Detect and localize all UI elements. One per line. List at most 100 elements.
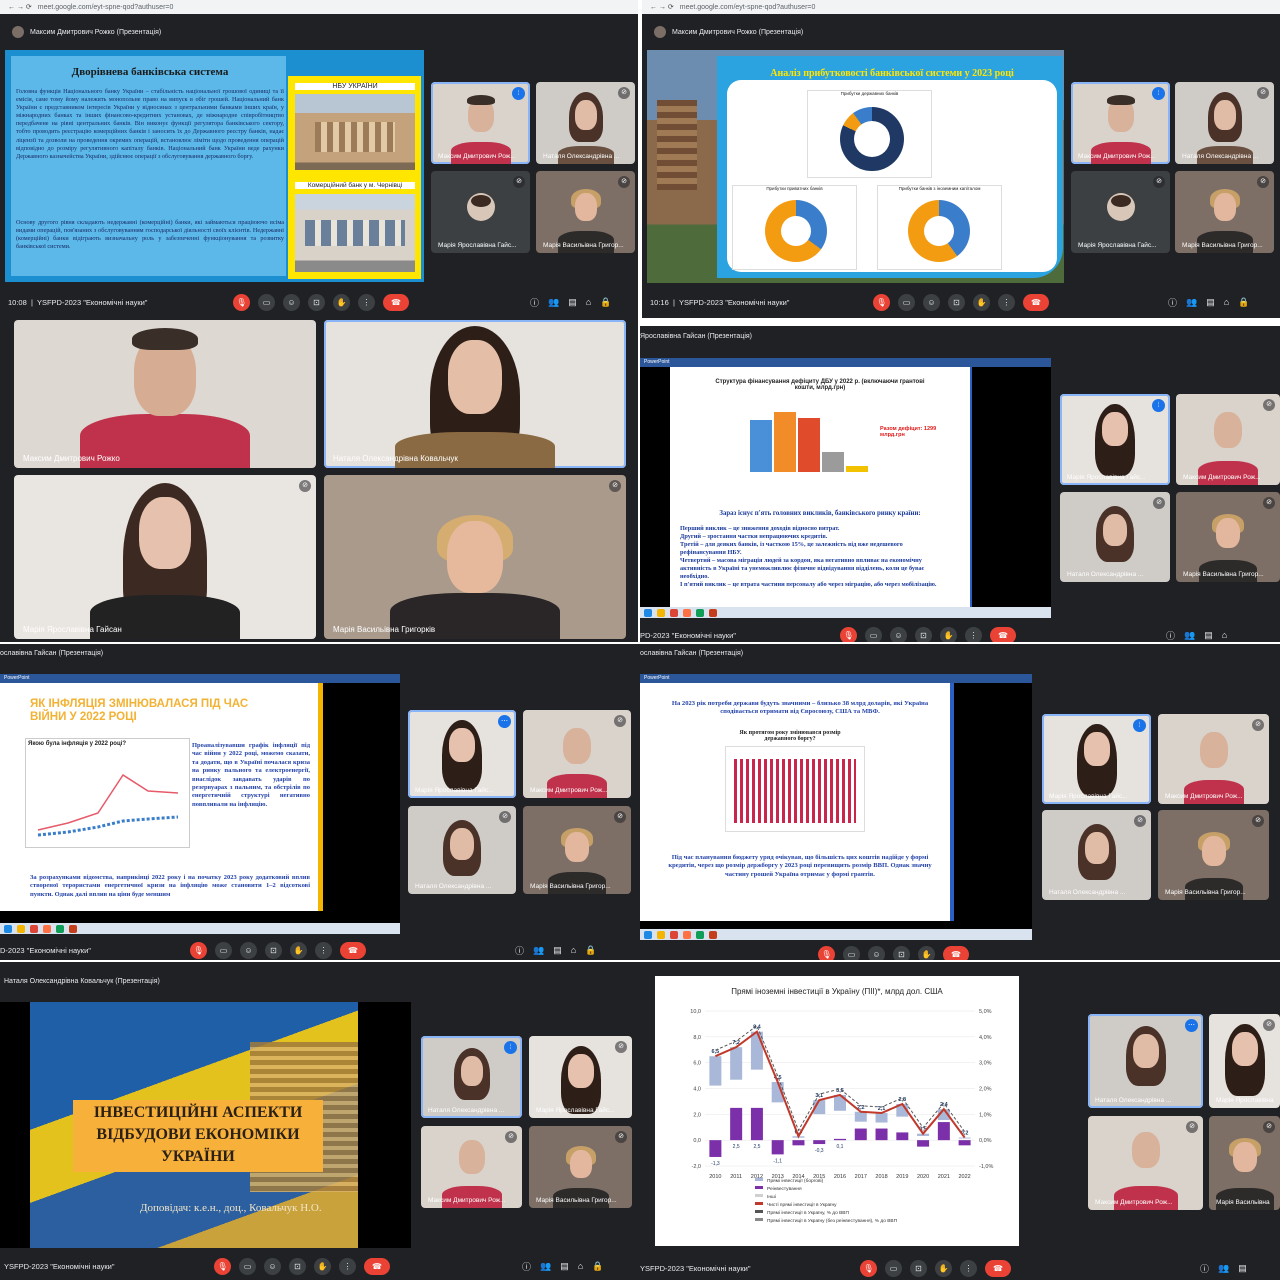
participant-tile[interactable]: ⊘ Максим Дмитрович Рож...: [1088, 1116, 1203, 1210]
leave-call-button[interactable]: ☎: [985, 1259, 1011, 1277]
more-options-button[interactable]: ⋮: [960, 1259, 977, 1277]
camera-toggle-button[interactable]: ▭: [885, 1259, 902, 1277]
present-button[interactable]: ⊡: [893, 945, 910, 960]
people-icon[interactable]: 👥: [548, 297, 559, 308]
chat-icon[interactable]: ▤: [553, 945, 562, 956]
participant-tile[interactable]: ⊘ Марія Ярославівна Гайс...: [529, 1036, 632, 1118]
participant-tile[interactable]: ⊘ Марія Ярославівна Гайс...: [431, 171, 530, 253]
participant-tile[interactable]: Наталя Олександрівна Ковальчук: [324, 320, 626, 468]
leave-call-button[interactable]: ☎: [340, 941, 366, 959]
captions-button[interactable]: ☺: [240, 941, 257, 959]
lock-icon[interactable]: 🔒: [592, 1261, 603, 1272]
captions-button[interactable]: ☺: [264, 1257, 281, 1275]
participant-tile[interactable]: ⦙ Марія Ярославівна Гайс...: [1060, 394, 1170, 485]
participant-tile[interactable]: ⊘ Марія Васильівна Григор...: [523, 806, 631, 894]
people-icon[interactable]: 👥: [1186, 297, 1197, 308]
present-button[interactable]: ⊡: [308, 293, 325, 311]
participant-tile[interactable]: Максим Дмитрович Рожко: [14, 320, 316, 468]
people-icon[interactable]: 👥: [1218, 1263, 1229, 1274]
participant-tile[interactable]: ⊘ Максим Дмитрович Рож...: [1176, 394, 1280, 485]
leave-call-button[interactable]: ☎: [1023, 293, 1049, 311]
participant-tile[interactable]: ⊘ Марія Васильівна Григор...: [529, 1126, 632, 1208]
camera-toggle-button[interactable]: ▭: [898, 293, 915, 311]
chat-icon[interactable]: ▤: [1206, 297, 1215, 308]
camera-toggle-button[interactable]: ▭: [865, 626, 882, 642]
participant-tile[interactable]: ⊘ Марія Васильівна Григорків: [324, 475, 626, 639]
info-icon[interactable]: ⓘ: [522, 1260, 531, 1273]
present-button[interactable]: ⊡: [915, 626, 932, 642]
raise-hand-button[interactable]: ✋: [973, 293, 990, 311]
leave-call-button[interactable]: ☎: [943, 945, 969, 960]
chat-icon[interactable]: ▤: [568, 297, 577, 308]
mic-toggle-button[interactable]: 🎙: [873, 293, 890, 311]
mic-toggle-button[interactable]: 🎙: [818, 945, 835, 960]
camera-toggle-button[interactable]: ▭: [215, 941, 232, 959]
participant-tile[interactable]: ⊘ Наталя Олександрівна ...: [1060, 492, 1170, 582]
camera-toggle-button[interactable]: ▭: [843, 945, 860, 960]
participant-tile[interactable]: ⦙ Максим Дмитрович Рож...: [1071, 82, 1170, 164]
raise-hand-button[interactable]: ✋: [290, 941, 307, 959]
participant-tile[interactable]: ⊘ Марія Васильівна Григор...: [1158, 810, 1269, 900]
mic-toggle-button[interactable]: 🎙: [214, 1257, 231, 1275]
raise-hand-button[interactable]: ✋: [935, 1259, 952, 1277]
people-icon[interactable]: 👥: [540, 1261, 551, 1272]
more-options-button[interactable]: ⋮: [315, 941, 332, 959]
participant-tile[interactable]: ⊘ Марія Ярославівна Гайс...: [1071, 171, 1170, 253]
chat-icon[interactable]: ▤: [1204, 630, 1213, 641]
participant-tile[interactable]: ⦙ Наталя Олександрівна ...: [421, 1036, 522, 1118]
participant-tile[interactable]: ⊘ Марія Васильівна Григор...: [1176, 492, 1280, 582]
captions-button[interactable]: ☺: [283, 293, 300, 311]
participant-tile[interactable]: ⊘ Наталя Олександрівна ...: [536, 82, 635, 164]
mic-toggle-button[interactable]: 🎙: [233, 293, 250, 311]
participant-tile[interactable]: ⋯ Наталя Олександрівна ...: [1088, 1014, 1203, 1108]
browser-address-bar[interactable]: ← → ⟳ meet.google.com/eyt-spne-qod?authus…: [642, 0, 1280, 14]
raise-hand-button[interactable]: ✋: [940, 626, 957, 642]
participant-tile[interactable]: ⊘ Максим Дмитрович Рож...: [421, 1126, 522, 1208]
raise-hand-button[interactable]: ✋: [333, 293, 350, 311]
raise-hand-button[interactable]: ✋: [314, 1257, 331, 1275]
captions-button[interactable]: ☺: [890, 626, 907, 642]
present-button[interactable]: ⊡: [265, 941, 282, 959]
participant-tile[interactable]: ⊘ Максим Дмитрович Рож...: [1158, 714, 1269, 804]
participant-tile[interactable]: ⊘ Марія Васильівна Григор...: [1175, 171, 1274, 253]
activities-icon[interactable]: ⌂: [1224, 297, 1229, 307]
people-icon[interactable]: 👥: [533, 945, 544, 956]
chat-icon[interactable]: ▤: [560, 1261, 569, 1272]
participant-tile[interactable]: ⋯ Марія Ярославівна Гайс...: [408, 710, 516, 798]
mic-toggle-button[interactable]: 🎙: [190, 941, 207, 959]
more-options-button[interactable]: ⋮: [339, 1257, 356, 1275]
lock-icon[interactable]: 🔒: [1238, 297, 1249, 308]
camera-toggle-button[interactable]: ▭: [258, 293, 275, 311]
people-icon[interactable]: 👥: [1184, 630, 1195, 641]
chat-icon[interactable]: ▤: [1238, 1263, 1247, 1274]
more-options-button[interactable]: ⋮: [358, 293, 375, 311]
participant-tile[interactable]: ⊘ Марія Васильівна Григор...: [536, 171, 635, 253]
info-icon[interactable]: ⓘ: [1200, 1262, 1209, 1275]
lock-icon[interactable]: 🔒: [585, 945, 596, 956]
browser-address-bar[interactable]: ← → ⟳ meet.google.com/eyt-spne-qod?authus…: [0, 0, 638, 14]
present-button[interactable]: ⊡: [948, 293, 965, 311]
info-icon[interactable]: ⓘ: [530, 296, 539, 309]
lock-icon[interactable]: 🔒: [600, 297, 611, 308]
participant-tile[interactable]: ⊘ Наталя Олександрівна ...: [1042, 810, 1151, 900]
present-button[interactable]: ⊡: [910, 1259, 927, 1277]
mic-toggle-button[interactable]: 🎙: [860, 1259, 877, 1277]
leave-call-button[interactable]: ☎: [990, 626, 1016, 642]
more-options-button[interactable]: ⋮: [998, 293, 1015, 311]
captions-button[interactable]: ☺: [868, 945, 885, 960]
activities-icon[interactable]: ⌂: [571, 945, 576, 955]
leave-call-button[interactable]: ☎: [364, 1257, 390, 1275]
leave-call-button[interactable]: ☎: [383, 293, 409, 311]
more-options-button[interactable]: ⋮: [965, 626, 982, 642]
info-icon[interactable]: ⓘ: [1168, 296, 1177, 309]
participant-tile[interactable]: ⊘ Марія Ярославівна: [1209, 1014, 1280, 1108]
info-icon[interactable]: ⓘ: [1166, 629, 1175, 642]
participant-tile[interactable]: ⊘ Наталя Олександрівна ...: [408, 806, 516, 894]
participant-tile[interactable]: ⊘ Максим Дмитрович Рож...: [523, 710, 631, 798]
participant-tile[interactable]: ⦙ Марія Ярославівна Гайс...: [1042, 714, 1151, 804]
raise-hand-button[interactable]: ✋: [918, 945, 935, 960]
captions-button[interactable]: ☺: [923, 293, 940, 311]
info-icon[interactable]: ⓘ: [515, 944, 524, 957]
activities-icon[interactable]: ⌂: [1222, 630, 1227, 640]
participant-tile[interactable]: ⊘ Марія Ярославівна Гайсан: [14, 475, 316, 639]
